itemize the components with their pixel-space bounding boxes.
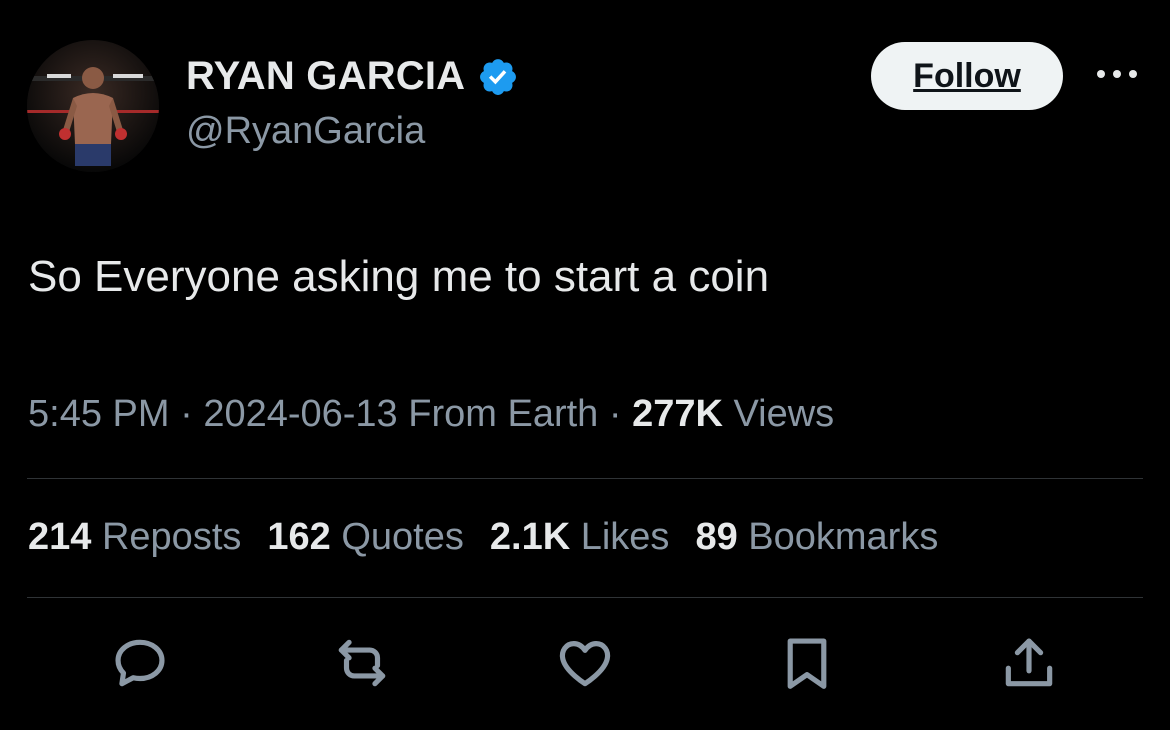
avatar[interactable] [27,40,159,172]
stat-label: Bookmarks [748,516,939,558]
stat-reposts[interactable]: 214 Reposts [28,516,241,559]
verified-badge-icon[interactable] [477,56,519,98]
stat-count: 89 [695,516,738,558]
divider [27,597,1143,598]
stat-count: 214 [28,516,92,558]
engagement-stats: 214 Reposts 162 Quotes 2.1K Likes 89 Boo… [28,516,964,559]
more-options-icon[interactable] [1093,62,1141,86]
meta-separator: · [180,393,193,435]
views-count: 277K [632,393,723,435]
profile-photo [27,40,159,172]
meta-separator: · [608,393,622,435]
display-name[interactable]: RYAN GARCIA [186,54,465,99]
stat-quotes[interactable]: 162 Quotes [267,516,464,559]
tweet-text: So Everyone asking me to start a coin [28,252,770,301]
repost-icon[interactable] [331,632,393,694]
share-icon[interactable] [998,632,1060,694]
author-name-row: RYAN GARCIA [186,54,519,99]
bookmark-icon[interactable] [776,632,838,694]
tweet-date[interactable]: 2024-06-13 [203,393,397,435]
views-label: Views [733,393,835,435]
stat-label: Likes [580,516,670,558]
follow-button[interactable]: Follow [871,42,1063,110]
tweet-source: From Earth [408,393,599,435]
stat-count: 162 [267,516,331,558]
stat-label: Reposts [101,516,242,558]
handle[interactable]: @RyanGarcia [186,110,425,153]
stat-likes[interactable]: 2.1K Likes [490,516,670,559]
divider [27,478,1143,479]
tweet-meta: 5:45 PM · 2024-06-13 From Earth · 277K V… [28,393,834,436]
stat-bookmarks[interactable]: 89 Bookmarks [695,516,938,559]
stat-count: 2.1K [489,516,571,558]
stat-label: Quotes [341,516,464,558]
tweet-time[interactable]: 5:45 PM [28,393,170,435]
like-icon[interactable] [554,632,616,694]
reply-icon[interactable] [109,632,171,694]
